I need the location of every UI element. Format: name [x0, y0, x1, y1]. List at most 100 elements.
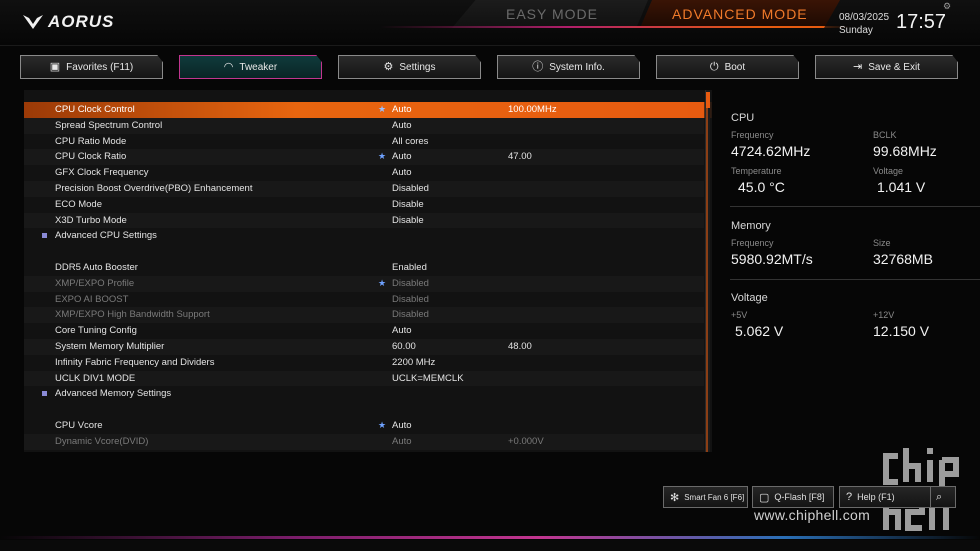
setting-name: EXPO AI BOOST	[55, 293, 129, 305]
folder-star-icon: ▣	[49, 60, 61, 73]
easy-mode-button[interactable]: EASY MODE	[452, 0, 648, 28]
tab-label: Settings	[399, 61, 436, 73]
setting-row[interactable]: CPU Clock Control ★ Auto 100.00MHz	[24, 102, 712, 118]
setting-row[interactable]: Dynamic Vcore(DVID) Auto +0.000V	[24, 433, 704, 450]
setting-row[interactable]: CPU Clock Ratio ★ Auto 47.00	[24, 149, 704, 166]
setting-row[interactable]: CPU Vcore ★ Auto	[24, 418, 704, 434]
day-text: Sunday	[839, 25, 873, 36]
favorite-star-icon[interactable]: ★	[378, 102, 386, 118]
setting-name: Advanced Memory Settings	[55, 388, 172, 400]
setting-row[interactable]: GFX Clock Frequency Auto	[24, 165, 704, 181]
logo-text: AORUS	[48, 12, 115, 31]
setting-name: XMP/EXPO High Bandwidth Support	[55, 309, 210, 321]
12v-label: +12V	[873, 310, 895, 320]
qflash-button[interactable]: ▢ Q-Flash [F8]	[752, 486, 834, 508]
setting-value[interactable]: Auto	[392, 323, 412, 339]
setting-row[interactable]: XMP/EXPO Profile ★ Disabled	[24, 275, 704, 292]
setting-name: CPU Clock Ratio	[55, 151, 127, 163]
setting-row[interactable]: X3D Turbo Mode Disable	[24, 212, 704, 229]
tab-boot[interactable]: ⏻ Boot	[656, 55, 799, 79]
setting-value[interactable]: Disabled	[392, 307, 429, 323]
setting-row[interactable]: Precision Boost Overdrive(PBO) Enhanceme…	[24, 180, 704, 197]
tab-settings[interactable]: ⚙ Settings	[338, 55, 481, 79]
scrollbar-thumb[interactable]	[706, 92, 710, 108]
tab-label: System Info.	[549, 61, 605, 73]
setting-row[interactable]: Infinity Fabric Frequency and Dividers 22…	[24, 355, 704, 371]
qflash-label: Q-Flash [F8]	[774, 492, 825, 502]
favorite-star-icon[interactable]: ★	[378, 149, 386, 165]
cpu-voltage-label: Voltage	[873, 166, 904, 176]
setting-row[interactable]: Spread Spectrum Control Auto	[24, 117, 704, 134]
setting-name: UCLK DIV1 MODE	[55, 372, 136, 384]
cpu-frequency-label: Frequency	[731, 130, 774, 140]
setting-value[interactable]: Auto	[392, 118, 412, 134]
fan-icon: ✻	[670, 491, 680, 504]
panel-divider	[730, 279, 980, 280]
smart-fan-button[interactable]: ✻ Smart Fan 6 [F6]	[663, 486, 748, 508]
temperature-label: Temperature	[731, 166, 782, 176]
setting-name: CPU Vcore	[55, 419, 103, 431]
favorite-star-icon[interactable]: ★	[378, 418, 386, 434]
gear-icon: ⚙	[383, 60, 394, 73]
favorite-star-icon[interactable]: ★	[378, 276, 386, 292]
submenu-item[interactable]: Advanced Memory Settings	[24, 386, 704, 402]
setting-row[interactable]: EXPO AI BOOST Disabled	[24, 292, 704, 308]
submenu-bullet-icon	[42, 391, 47, 397]
setting-value[interactable]: Auto	[392, 165, 412, 181]
setting-name: CPU Clock Control	[55, 104, 135, 115]
setting-row[interactable]: System Memory Multiplier 60.00 48.00	[24, 338, 704, 355]
setting-value[interactable]: Enabled	[392, 260, 427, 276]
tab-system-info[interactable]: ⓘ System Info.	[497, 55, 640, 79]
setting-value[interactable]: Auto	[392, 149, 412, 165]
aorus-eagle-icon	[22, 13, 44, 31]
temperature-value: 45.0 °C	[738, 179, 785, 195]
12v-value: 12.150 V	[873, 323, 930, 339]
setting-value[interactable]: Auto	[392, 434, 412, 450]
info-icon: ⓘ	[532, 60, 544, 73]
memory-section-title: Memory	[731, 220, 771, 232]
setting-value[interactable]: Auto	[392, 102, 412, 118]
setting-row[interactable]: UCLK DIV1 MODE UCLK=MEMCLK	[24, 370, 704, 387]
help-button[interactable]: ? Help (F1)	[839, 486, 935, 508]
panel-divider	[730, 206, 980, 207]
setting-row[interactable]: XMP/EXPO High Bandwidth Support Disabled	[24, 307, 704, 324]
setting-value[interactable]: Disabled	[392, 276, 429, 292]
setting-value[interactable]: UCLK=MEMCLK	[392, 371, 464, 387]
setting-value[interactable]: Disable	[392, 213, 424, 229]
settings-dot-icon[interactable]: ⚙	[943, 1, 951, 12]
bclk-label: BCLK	[873, 130, 897, 140]
scrollbar-track	[706, 108, 708, 452]
setting-row[interactable]: DDR5 Auto Booster Enabled	[24, 260, 704, 276]
tab-label: Boot	[724, 61, 746, 73]
setting-row[interactable]: CPU Ratio Mode All cores	[24, 134, 704, 150]
setting-value[interactable]: Auto	[392, 418, 412, 434]
setting-value[interactable]: 2200 MHz	[392, 355, 435, 371]
setting-value[interactable]: Disable	[392, 197, 424, 213]
settings-list: CPU Clock Control ★ Auto 100.00MHz Spread Sp…	[24, 90, 712, 452]
submenu-item[interactable]: Advanced CPU Settings	[24, 228, 704, 244]
setting-name: Advanced CPU Settings	[55, 230, 157, 242]
exit-icon: ⇥	[853, 60, 863, 73]
setting-name: XMP/EXPO Profile	[55, 277, 135, 289]
setting-value[interactable]: All cores	[392, 134, 428, 150]
tab-save-exit[interactable]: ⇥ Save & Exit	[815, 55, 958, 79]
cpu-section-title: CPU	[731, 112, 755, 124]
setting-value[interactable]: 60.00	[392, 339, 416, 355]
setting-row[interactable]: ECO Mode Disable	[24, 197, 704, 213]
search-button[interactable]: ⌕	[930, 486, 956, 508]
setting-value[interactable]: Disabled	[392, 292, 429, 308]
setting-row[interactable]: Core Tuning Config Auto	[24, 323, 704, 339]
tab-favorites[interactable]: ▣ Favorites (F11)	[20, 55, 163, 79]
setting-name: GFX Clock Frequency	[55, 167, 149, 179]
tab-tweaker[interactable]: ◠ Tweaker	[179, 55, 322, 79]
speedometer-icon: ◠	[223, 60, 234, 73]
setting-name: ECO Mode	[55, 198, 102, 210]
memory-frequency-label: Frequency	[731, 238, 774, 248]
submenu-bullet-icon	[42, 233, 47, 239]
setting-value[interactable]: Disabled	[392, 181, 429, 197]
setting-current-value: +0.000V	[508, 435, 544, 447]
setting-name: CPU Ratio Mode	[55, 135, 127, 147]
setting-name: X3D Turbo Mode	[55, 214, 127, 226]
advanced-mode-button[interactable]: ADVANCED MODE	[640, 0, 840, 28]
